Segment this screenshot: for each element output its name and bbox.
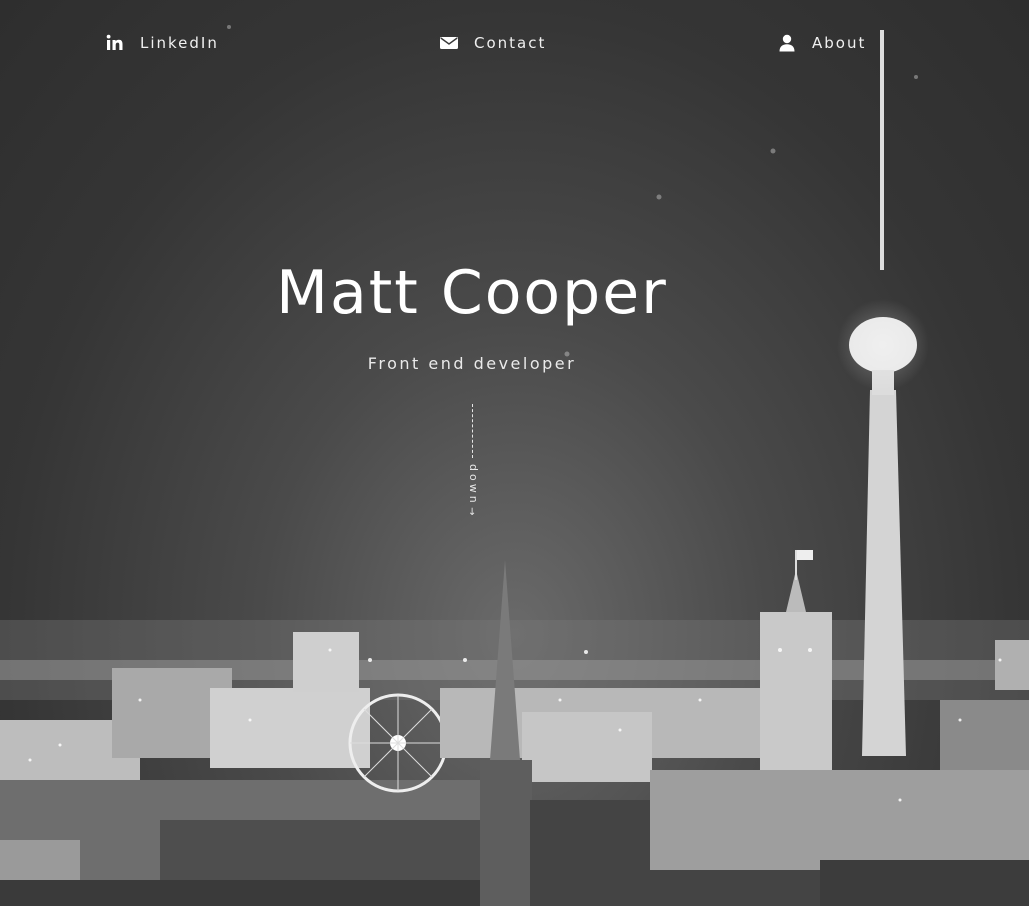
arrow-down-icon: ↓ [468,507,477,518]
top-navigation: LinkedIn Contact About [0,28,1029,58]
city-skyline-background [0,0,1029,906]
nav-link-label: Contact [474,34,547,52]
nav-link-label: About [812,34,867,52]
nav-link-linkedin[interactable]: LinkedIn [106,28,219,58]
nav-link-about[interactable]: About [778,28,866,58]
nav-link-contact[interactable]: Contact [440,28,546,58]
scroll-down-link[interactable]: down ↓ [464,404,482,522]
linkedin-icon [106,34,124,52]
hero-title: Matt Cooper [276,258,668,328]
envelope-icon [440,34,458,52]
scroll-dashed-line [472,404,473,458]
hero-subtitle: Front end developer [367,354,577,373]
scroll-down-label: down [467,464,480,506]
nav-link-label: LinkedIn [140,34,219,52]
user-icon [778,34,796,52]
